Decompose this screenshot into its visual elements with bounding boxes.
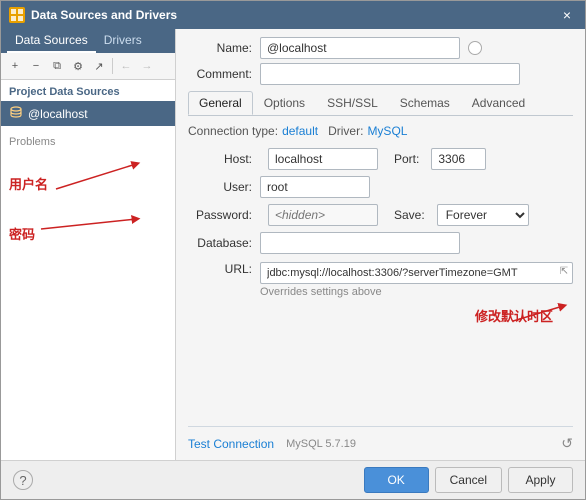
host-row: Host: Port:	[188, 148, 573, 170]
connection-type-value[interactable]: default	[282, 124, 318, 138]
test-connection-row: Test Connection MySQL 5.7.19 ↺	[188, 426, 573, 452]
url-label: URL:	[188, 262, 260, 276]
comment-label: Comment:	[188, 67, 260, 81]
window-icon	[9, 7, 25, 23]
user-label: User:	[188, 180, 260, 194]
problems-section: Problems	[1, 130, 175, 154]
settings-button[interactable]: ⚙	[68, 56, 88, 76]
password-row: Password: Save: Forever Until restart Ne…	[188, 204, 573, 226]
tab-advanced[interactable]: Advanced	[461, 91, 536, 115]
save-select[interactable]: Forever Until restart Never	[437, 204, 529, 226]
help-button[interactable]: ?	[13, 470, 33, 490]
tab-drivers[interactable]: Drivers	[96, 29, 150, 53]
problems-label: Problems	[9, 136, 55, 148]
copy-datasource-button[interactable]: ⧉	[47, 56, 67, 76]
toolbar-separator	[112, 58, 113, 74]
user-row: User:	[188, 176, 573, 198]
add-datasource-button[interactable]: +	[5, 56, 25, 76]
password-label: Password:	[188, 208, 260, 222]
username-annotation: 用户名	[9, 174, 48, 193]
datasource-item-localhost[interactable]: @localhost	[1, 101, 175, 126]
port-input[interactable]	[431, 148, 486, 170]
ok-button[interactable]: OK	[364, 467, 429, 493]
name-input[interactable]	[260, 37, 460, 59]
main-window: Data Sources and Drivers × Data Sources …	[0, 0, 586, 500]
user-input[interactable]	[260, 176, 370, 198]
password-input[interactable]	[268, 204, 378, 226]
database-input[interactable]	[260, 232, 460, 254]
comment-row: Comment:	[188, 63, 573, 85]
tab-general[interactable]: General	[188, 91, 253, 115]
password-annotation: 密码	[9, 224, 35, 243]
name-row: Name:	[188, 37, 573, 59]
connection-type-label: Connection type:	[188, 124, 278, 138]
back-button[interactable]: ←	[116, 56, 136, 76]
database-row: Database:	[188, 232, 573, 254]
url-input-area: ⇱	[260, 262, 573, 284]
tab-schemas[interactable]: Schemas	[389, 91, 461, 115]
tab-data-sources[interactable]: Data Sources	[7, 29, 96, 53]
database-label: Database:	[188, 236, 260, 250]
tab-ssh-ssl[interactable]: SSH/SSL	[316, 91, 389, 115]
title-bar: Data Sources and Drivers ×	[1, 1, 585, 29]
comment-input[interactable]	[260, 63, 520, 85]
url-expand-button[interactable]: ⇱	[557, 264, 571, 278]
cancel-button[interactable]: Cancel	[435, 467, 502, 493]
save-label: Save:	[394, 208, 425, 222]
refresh-icon[interactable]: ↺	[561, 435, 573, 452]
annotation-arrow-username	[1, 154, 176, 274]
override-hint: Overrides settings above	[260, 286, 573, 298]
url-input[interactable]	[260, 262, 573, 284]
timezone-annotation: 修改默认时区	[475, 306, 553, 325]
name-label: Name:	[188, 41, 260, 55]
right-panel: Name: Comment: General Options SSH/SSL S…	[176, 29, 585, 460]
tabs-bar: General Options SSH/SSL Schemas Advanced	[188, 91, 573, 116]
port-label: Port:	[394, 152, 419, 166]
title-bar-left: Data Sources and Drivers	[9, 7, 177, 23]
project-datasources-label: Project Data Sources	[1, 80, 175, 101]
window-title: Data Sources and Drivers	[31, 8, 177, 22]
tab-options[interactable]: Options	[253, 91, 316, 115]
name-radio[interactable]	[468, 41, 482, 55]
driver-value[interactable]: MySQL	[367, 124, 407, 138]
mysql-version: MySQL 5.7.19	[286, 438, 356, 450]
host-input[interactable]	[268, 148, 378, 170]
driver-label: Driver:	[328, 124, 363, 138]
forward-button[interactable]: →	[137, 56, 157, 76]
datasource-label: @localhost	[28, 107, 88, 121]
connection-type-row: Connection type: default Driver: MySQL	[188, 124, 573, 138]
content-area: Data Sources Drivers + − ⧉ ⚙ ↗ ← → Proje…	[1, 29, 585, 460]
url-row: URL: ⇱	[188, 262, 573, 284]
test-connection-link[interactable]: Test Connection	[188, 437, 274, 451]
datasource-icon	[9, 105, 23, 122]
annotation-arrow-password	[1, 204, 176, 284]
close-button[interactable]: ×	[557, 5, 577, 25]
export-button[interactable]: ↗	[89, 56, 109, 76]
sidebar-top-tabs: Data Sources Drivers	[1, 29, 175, 53]
sidebar-toolbar: + − ⧉ ⚙ ↗ ← →	[1, 53, 175, 80]
apply-button[interactable]: Apply	[508, 467, 573, 493]
remove-datasource-button[interactable]: −	[26, 56, 46, 76]
host-label: Host:	[188, 152, 260, 166]
sidebar: Data Sources Drivers + − ⧉ ⚙ ↗ ← → Proje…	[1, 29, 176, 460]
action-bar: ? OK Cancel Apply	[1, 460, 585, 499]
